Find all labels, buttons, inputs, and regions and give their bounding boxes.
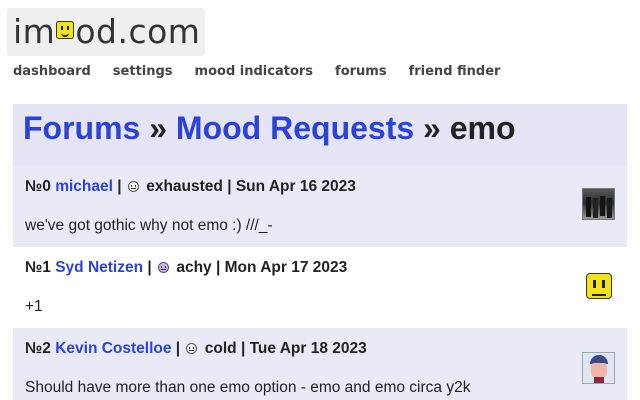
photo-avatar[interactable]	[582, 188, 615, 220]
logo-text-right: od.com	[75, 12, 201, 51]
smiley-icon	[56, 21, 75, 39]
post-separator: |	[171, 340, 185, 357]
site-logo[interactable]: im od.com	[7, 8, 205, 56]
breadcrumb-separator: »	[140, 110, 176, 146]
page-title: Forums » Mood Requests » emo	[23, 108, 516, 148]
post-number: №1	[25, 259, 51, 276]
post-body: +1	[25, 298, 43, 315]
post-header: №0 michael | exhausted | Sun Apr 16 2023	[25, 178, 356, 196]
breadcrumb-mood-requests-link[interactable]: Mood Requests	[176, 110, 414, 146]
post-body: we've got gothic why not emo :) ///_-	[25, 217, 273, 234]
post-separator: |	[143, 259, 157, 276]
post-header: №1 Syd Netizen | achy | Mon Apr 17 2023	[25, 259, 347, 277]
post-date: | Mon Apr 17 2023	[211, 259, 348, 276]
post-mood: cold	[204, 340, 237, 357]
nav-forums[interactable]: forums	[335, 64, 387, 80]
forum-post: №1 Syd Netizen | achy | Mon Apr 17 2023 …	[13, 247, 627, 328]
nav-settings[interactable]: settings	[113, 64, 173, 80]
post-mood: exhausted	[146, 178, 223, 195]
post-author-link[interactable]: Kevin Costelloe	[55, 340, 171, 357]
mood-icon	[186, 343, 198, 354]
mood-icon	[158, 262, 170, 273]
post-separator: |	[112, 178, 126, 195]
forum-post: №2 Kevin Costelloe | cold | Tue Apr 18 2…	[13, 328, 627, 400]
post-body: Should have more than one emo option - e…	[25, 379, 471, 396]
post-mood: achy	[176, 259, 212, 276]
post-number: №0	[25, 178, 51, 195]
post-date: | Tue Apr 18 2023	[236, 340, 367, 357]
breadcrumb-separator: »	[414, 110, 450, 146]
post-author-link[interactable]: Syd Netizen	[55, 259, 143, 276]
post-number: №2	[25, 340, 51, 357]
breadcrumb: Forums » Mood Requests » emo	[13, 104, 627, 166]
person-avatar[interactable]	[582, 352, 615, 384]
mood-icon	[127, 181, 139, 192]
post-header: №2 Kevin Costelloe | cold | Tue Apr 18 2…	[25, 340, 367, 358]
nav-mood-indicators[interactable]: mood indicators	[195, 64, 314, 80]
breadcrumb-forums-link[interactable]: Forums	[23, 110, 140, 146]
nav-dashboard[interactable]: dashboard	[13, 64, 91, 80]
smiley-avatar[interactable]	[586, 273, 612, 299]
post-author-link[interactable]: michael	[55, 178, 113, 195]
nav-friend-finder[interactable]: friend finder	[409, 64, 501, 80]
logo-text-left: im	[13, 12, 56, 51]
forum-post: №0 michael | exhausted | Sun Apr 16 2023…	[13, 166, 627, 247]
post-date: | Sun Apr 16 2023	[222, 178, 356, 195]
main-nav: dashboard settings mood indicators forum…	[13, 64, 522, 80]
thread-title: emo	[449, 110, 516, 146]
